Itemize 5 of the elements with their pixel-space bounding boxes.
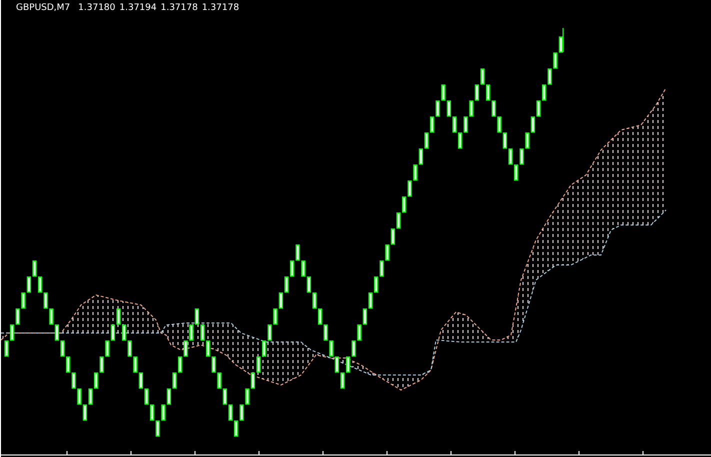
price-value: 1.37194	[119, 3, 157, 13]
price-value: 1.37178	[202, 3, 240, 13]
price-value: 1.37178	[160, 3, 198, 13]
symbol-label: GBPUSD,M7	[16, 3, 70, 13]
price-value: 1.37180	[78, 3, 116, 13]
